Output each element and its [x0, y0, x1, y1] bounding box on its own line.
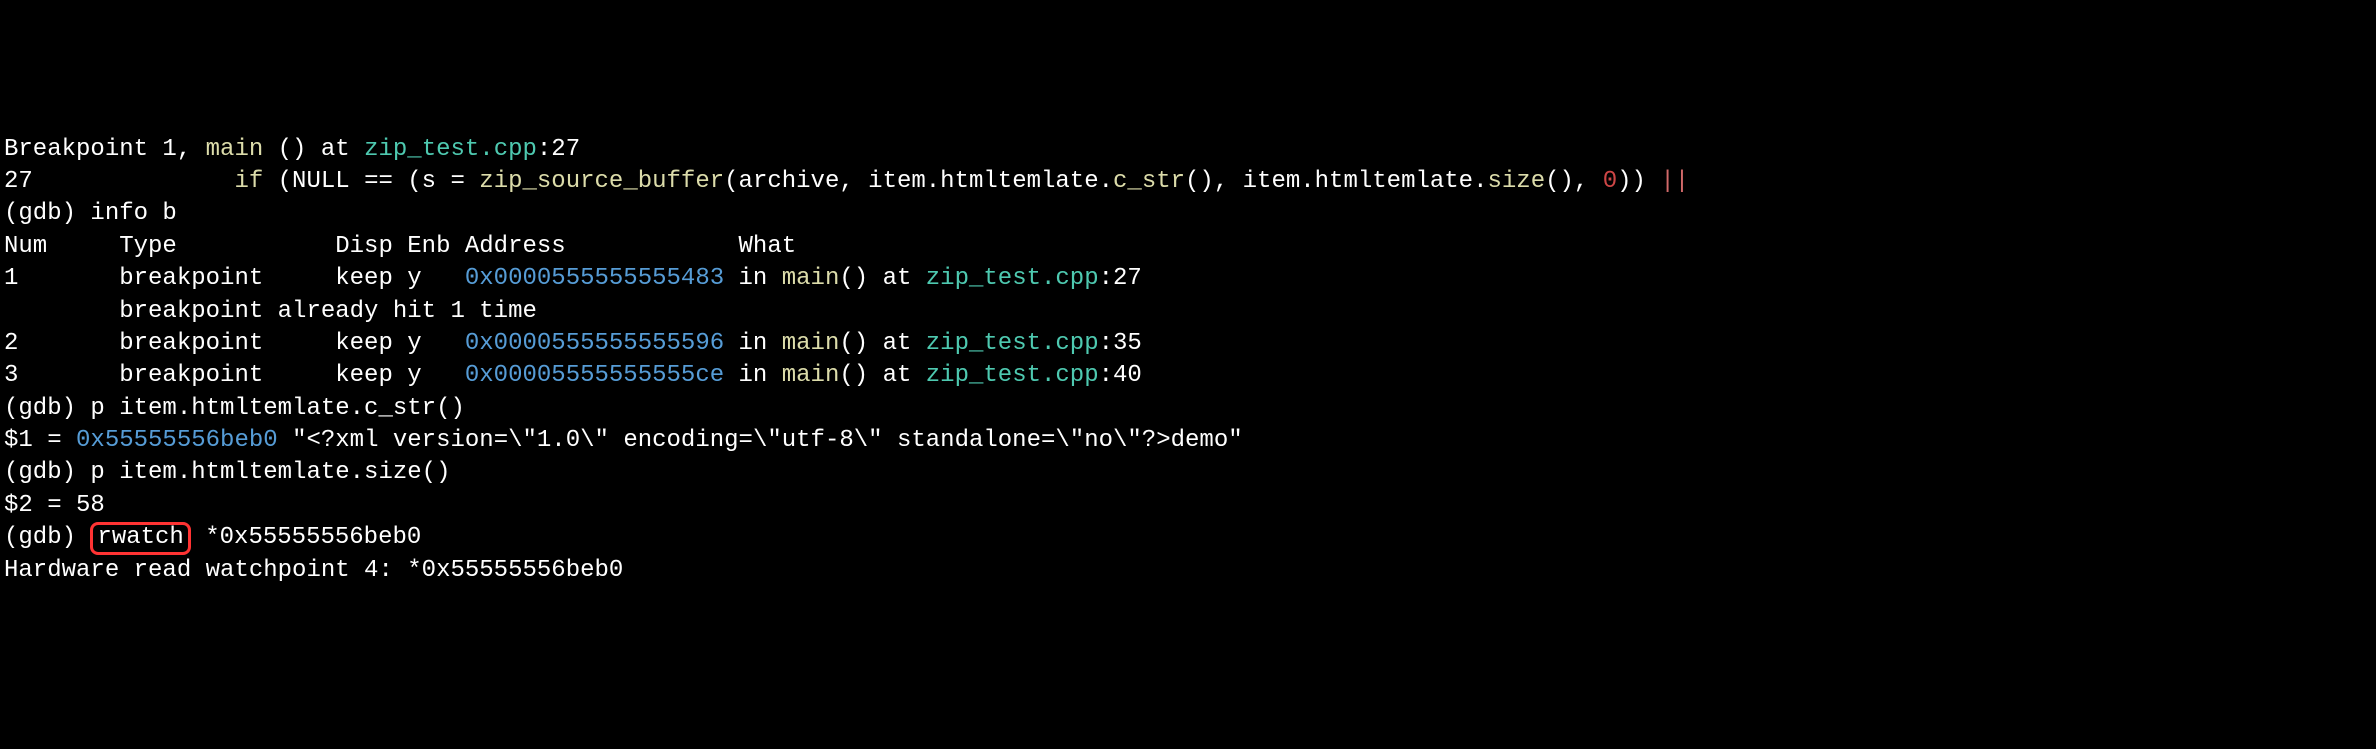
breakpoint-hit-info: breakpoint already hit 1 time	[4, 296, 2372, 328]
source-line: 27 if (NULL == (s = zip_source_buffer(ar…	[4, 166, 2372, 198]
gdb-command-print-cstr: (gdb) p item.htmltemlate.c_str()	[4, 393, 2372, 425]
gdb-command-info-b: (gdb) info b	[4, 198, 2372, 230]
gdb-command-print-size: (gdb) p item.htmltemlate.size()	[4, 457, 2372, 489]
print-result: $1 = 0x55555556beb0 "<?xml version=\"1.0…	[4, 425, 2372, 457]
terminal-output: Breakpoint 1, main () at zip_test.cpp:27…	[4, 134, 2372, 587]
breakpoint-row: 1 breakpoint keep y 0x0000555555555483 i…	[4, 263, 2372, 295]
breakpoint-hit-line: Breakpoint 1, main () at zip_test.cpp:27	[4, 134, 2372, 166]
print-result: $2 = 58	[4, 490, 2372, 522]
breakpoint-row: 2 breakpoint keep y 0x0000555555555596 i…	[4, 328, 2372, 360]
rwatch-highlight: rwatch	[90, 522, 190, 554]
breakpoint-table-header: Num Type Disp Enb Address What	[4, 231, 2372, 263]
gdb-command-rwatch: (gdb) rwatch *0x55555556beb0	[4, 522, 2372, 554]
breakpoint-row: 3 breakpoint keep y 0x00005555555555ce i…	[4, 360, 2372, 392]
watchpoint-set-info: Hardware read watchpoint 4: *0x55555556b…	[4, 555, 2372, 587]
